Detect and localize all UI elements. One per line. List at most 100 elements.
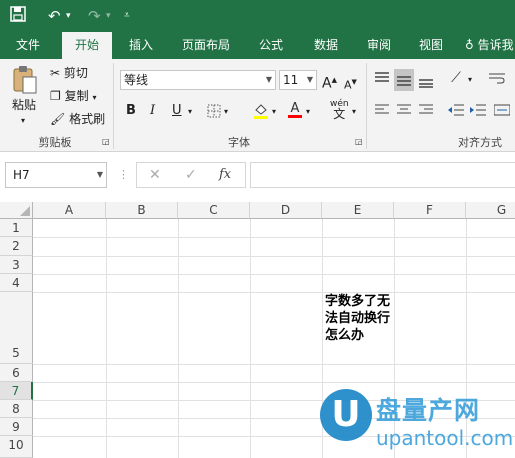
copy-dropdown-icon: ▾ — [92, 93, 97, 102]
chevron-down-icon: ▼ — [306, 75, 313, 84]
name-box[interactable]: H7 ▼ — [5, 162, 107, 188]
tab-file[interactable]: 文件 — [8, 32, 48, 59]
formula-bar: H7 ▼ ⋮ ✕ ✓ fx — [0, 152, 515, 202]
row-header-1[interactable]: 1 — [0, 219, 33, 237]
cut-label: 剪切 — [63, 66, 88, 80]
bold-button[interactable]: B — [126, 102, 136, 120]
gridline — [106, 219, 107, 458]
shrink-font-label: A — [344, 78, 352, 92]
align-right-icon[interactable] — [416, 101, 436, 119]
align-center-icon[interactable] — [394, 101, 414, 119]
insert-function-icon[interactable]: fx — [219, 166, 231, 184]
copy-icon: ❐ — [50, 89, 61, 103]
paste-dropdown-icon[interactable]: ▾ — [21, 112, 25, 130]
row-header-2[interactable]: 2 — [0, 237, 33, 256]
row-header-4[interactable]: 4 — [0, 274, 33, 292]
row-header-5[interactable]: 5 — [0, 292, 33, 364]
font-launcher-icon[interactable]: ◲ — [355, 137, 363, 146]
brush-icon: 🖌 — [50, 112, 66, 126]
phonetic-button[interactable]: wén 文 — [330, 99, 349, 121]
select-all-corner[interactable] — [0, 202, 33, 219]
format-painter-button[interactable]: 🖌 格式刷 — [50, 110, 105, 128]
clipboard-group-label: 剪贴板 — [38, 136, 72, 149]
column-header-g[interactable]: G — [466, 202, 515, 219]
worksheet-grid[interactable]: A B C D E F G 1 2 3 4 5 6 7 8 9 10 字数多了无… — [0, 202, 515, 458]
tab-tell-me[interactable]: ♁ 告诉我 — [465, 32, 515, 59]
underline-dropdown-icon[interactable]: ▾ — [188, 103, 192, 121]
underline-button[interactable]: U — [172, 102, 182, 120]
tab-data[interactable]: 数据 — [305, 32, 347, 59]
column-header-d[interactable]: D — [250, 202, 322, 219]
paste-icon[interactable] — [10, 65, 40, 95]
formula-buttons: ✕ ✓ fx — [136, 162, 246, 188]
font-color-icon[interactable]: A — [286, 101, 304, 119]
undo-dropdown-icon[interactable]: ▾ — [66, 6, 71, 26]
tab-formulas[interactable]: 公式 — [250, 32, 292, 59]
row-header-8[interactable]: 8 — [0, 400, 33, 418]
scissors-icon: ✂ — [50, 66, 61, 80]
column-header-b[interactable]: B — [106, 202, 178, 219]
watermark-title: 盘量产网 — [376, 396, 481, 425]
font-name-value: 等线 — [124, 73, 149, 87]
vertical-dots-icon: ⋮ — [118, 168, 129, 181]
align-middle-icon[interactable] — [394, 69, 414, 91]
font-color-dropdown-icon[interactable]: ▾ — [306, 103, 310, 121]
font-size-select[interactable]: 11 ▼ — [279, 70, 317, 90]
phonetic-dropdown-icon[interactable]: ▾ — [352, 103, 356, 121]
name-box-value: H7 — [13, 168, 30, 182]
grow-font-button[interactable]: A▲ — [322, 71, 337, 93]
enter-icon[interactable]: ✓ — [185, 166, 197, 184]
ribbon-tabs: 文件 开始 插入 页面布局 公式 数据 审阅 视图 ♁ 告诉我 — [0, 32, 515, 59]
fill-color-icon[interactable] — [252, 101, 270, 119]
tab-review[interactable]: 审阅 — [358, 32, 400, 59]
cell-e5[interactable]: 字数多了无法自动换行怎么办 — [325, 292, 393, 364]
row-header-10[interactable]: 10 — [0, 436, 33, 458]
cut-button[interactable]: ✂ 剪切 — [50, 64, 88, 82]
decrease-indent-icon[interactable] — [446, 101, 466, 119]
copy-button[interactable]: ❐ 复制 ▾ — [50, 87, 96, 107]
redo-icon[interactable]: ↷ — [88, 6, 101, 26]
undo-icon[interactable]: ↶ — [48, 6, 61, 26]
borders-dropdown-icon[interactable]: ▾ — [224, 103, 228, 121]
fill-color-dropdown-icon[interactable]: ▾ — [272, 103, 276, 121]
tab-view[interactable]: 视图 — [410, 32, 452, 59]
gridline — [178, 219, 179, 458]
format-painter-label: 格式刷 — [69, 112, 106, 126]
save-icon[interactable] — [10, 6, 26, 26]
row-header-3[interactable]: 3 — [0, 256, 33, 274]
tab-page-layout[interactable]: 页面布局 — [175, 32, 237, 59]
font-name-select[interactable]: 等线 ▼ — [120, 70, 276, 90]
align-top-icon[interactable] — [372, 69, 392, 87]
orientation-icon[interactable]: ⟋ — [446, 69, 466, 87]
shrink-font-button[interactable]: A▼ — [344, 73, 357, 95]
merge-center-icon[interactable] — [492, 101, 512, 119]
row-header-7[interactable]: 7 — [0, 382, 33, 400]
row-header-9[interactable]: 9 — [0, 418, 33, 436]
align-left-icon[interactable] — [372, 101, 392, 119]
clipboard-launcher-icon[interactable]: ◲ — [102, 137, 110, 146]
cancel-icon[interactable]: ✕ — [149, 166, 161, 184]
tab-home[interactable]: 开始 — [62, 32, 112, 59]
formula-input[interactable] — [250, 162, 515, 188]
increase-indent-icon[interactable] — [468, 101, 488, 119]
customize-icon[interactable]: ⩡ — [124, 6, 130, 26]
column-header-a[interactable]: A — [33, 202, 106, 219]
watermark-logo: U — [320, 389, 372, 441]
row-header-6[interactable]: 6 — [0, 364, 33, 382]
quick-access-toolbar: ↶ ▾ ↷ ▾ ⩡ — [0, 0, 515, 32]
chevron-down-icon: ▼ — [265, 75, 272, 84]
column-header-f[interactable]: F — [394, 202, 466, 219]
column-header-e[interactable]: E — [322, 202, 394, 219]
align-bottom-icon[interactable] — [416, 73, 436, 91]
wrap-text-icon[interactable] — [486, 69, 508, 87]
italic-button[interactable]: I — [150, 102, 155, 120]
font-group-label: 字体 — [228, 136, 250, 149]
gridline — [250, 219, 251, 458]
orientation-dropdown-icon[interactable]: ▾ — [468, 71, 472, 89]
borders-icon[interactable] — [206, 103, 222, 119]
lightbulb-icon: ♁ — [465, 38, 474, 52]
redo-dropdown-icon[interactable]: ▾ — [106, 6, 111, 26]
tell-me-label: 告诉我 — [477, 38, 514, 52]
tab-insert[interactable]: 插入 — [120, 32, 162, 59]
column-header-c[interactable]: C — [178, 202, 250, 219]
